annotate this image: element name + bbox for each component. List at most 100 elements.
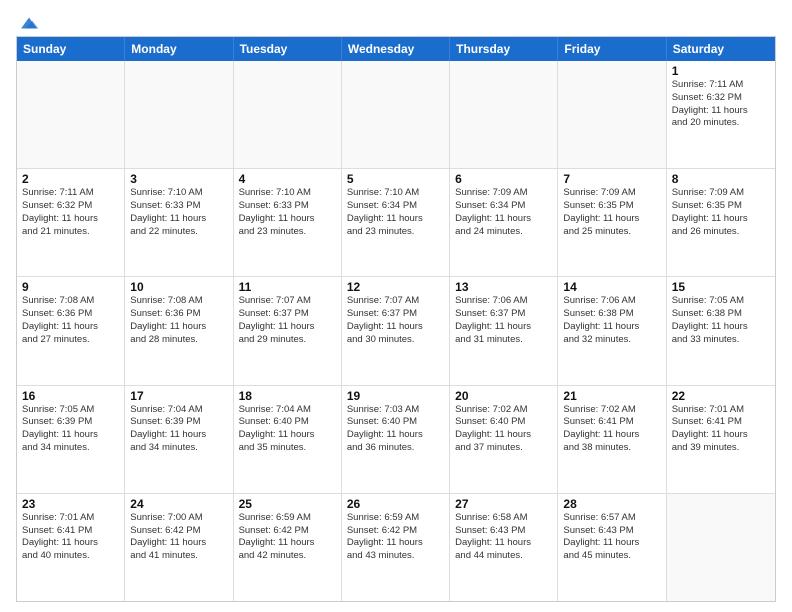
- day-number: 27: [455, 497, 552, 511]
- cell-text: Sunrise: 7:09 AM Sunset: 6:35 PM Dayligh…: [563, 187, 660, 238]
- cell-text: Sunrise: 7:03 AM Sunset: 6:40 PM Dayligh…: [347, 404, 444, 455]
- day-number: 28: [563, 497, 660, 511]
- calendar-cell: 10Sunrise: 7:08 AM Sunset: 6:36 PM Dayli…: [125, 277, 233, 384]
- page: SundayMondayTuesdayWednesdayThursdayFrid…: [0, 0, 792, 612]
- cell-text: Sunrise: 7:11 AM Sunset: 6:32 PM Dayligh…: [22, 187, 119, 238]
- cell-text: Sunrise: 7:10 AM Sunset: 6:33 PM Dayligh…: [239, 187, 336, 238]
- logo: [16, 12, 40, 30]
- day-number: 13: [455, 280, 552, 294]
- calendar-cell: 14Sunrise: 7:06 AM Sunset: 6:38 PM Dayli…: [558, 277, 666, 384]
- calendar-cell: 23Sunrise: 7:01 AM Sunset: 6:41 PM Dayli…: [17, 494, 125, 601]
- day-number: 11: [239, 280, 336, 294]
- cell-text: Sunrise: 7:10 AM Sunset: 6:34 PM Dayligh…: [347, 187, 444, 238]
- calendar-cell: 26Sunrise: 6:59 AM Sunset: 6:42 PM Dayli…: [342, 494, 450, 601]
- cell-text: Sunrise: 7:06 AM Sunset: 6:37 PM Dayligh…: [455, 295, 552, 346]
- cell-text: Sunrise: 7:00 AM Sunset: 6:42 PM Dayligh…: [130, 512, 227, 563]
- calendar-header: SundayMondayTuesdayWednesdayThursdayFrid…: [17, 37, 775, 61]
- calendar-cell: 6Sunrise: 7:09 AM Sunset: 6:34 PM Daylig…: [450, 169, 558, 276]
- day-number: 15: [672, 280, 770, 294]
- day-number: 8: [672, 172, 770, 186]
- calendar-cell: 20Sunrise: 7:02 AM Sunset: 6:40 PM Dayli…: [450, 386, 558, 493]
- calendar-row: 16Sunrise: 7:05 AM Sunset: 6:39 PM Dayli…: [17, 385, 775, 493]
- calendar-cell: 7Sunrise: 7:09 AM Sunset: 6:35 PM Daylig…: [558, 169, 666, 276]
- day-number: 26: [347, 497, 444, 511]
- calendar-row: 9Sunrise: 7:08 AM Sunset: 6:36 PM Daylig…: [17, 276, 775, 384]
- calendar-cell: 12Sunrise: 7:07 AM Sunset: 6:37 PM Dayli…: [342, 277, 450, 384]
- day-number: 21: [563, 389, 660, 403]
- cell-text: Sunrise: 7:09 AM Sunset: 6:35 PM Dayligh…: [672, 187, 770, 238]
- day-number: 17: [130, 389, 227, 403]
- day-number: 2: [22, 172, 119, 186]
- day-number: 25: [239, 497, 336, 511]
- day-number: 10: [130, 280, 227, 294]
- cell-text: Sunrise: 7:04 AM Sunset: 6:39 PM Dayligh…: [130, 404, 227, 455]
- day-number: 19: [347, 389, 444, 403]
- calendar-cell: 21Sunrise: 7:02 AM Sunset: 6:41 PM Dayli…: [558, 386, 666, 493]
- cell-text: Sunrise: 7:01 AM Sunset: 6:41 PM Dayligh…: [672, 404, 770, 455]
- calendar-cell: 15Sunrise: 7:05 AM Sunset: 6:38 PM Dayli…: [667, 277, 775, 384]
- calendar-cell: [342, 61, 450, 168]
- calendar-cell: 24Sunrise: 7:00 AM Sunset: 6:42 PM Dayli…: [125, 494, 233, 601]
- day-number: 7: [563, 172, 660, 186]
- calendar-cell: 17Sunrise: 7:04 AM Sunset: 6:39 PM Dayli…: [125, 386, 233, 493]
- calendar-cell: 22Sunrise: 7:01 AM Sunset: 6:41 PM Dayli…: [667, 386, 775, 493]
- day-number: 14: [563, 280, 660, 294]
- calendar-cell: 9Sunrise: 7:08 AM Sunset: 6:36 PM Daylig…: [17, 277, 125, 384]
- day-number: 24: [130, 497, 227, 511]
- calendar-cell: 27Sunrise: 6:58 AM Sunset: 6:43 PM Dayli…: [450, 494, 558, 601]
- logo-icon: [18, 12, 40, 34]
- weekday-header: Monday: [125, 37, 233, 61]
- calendar-cell: 3Sunrise: 7:10 AM Sunset: 6:33 PM Daylig…: [125, 169, 233, 276]
- day-number: 1: [672, 64, 770, 78]
- weekday-header: Friday: [558, 37, 666, 61]
- calendar-cell: [17, 61, 125, 168]
- header: [16, 12, 776, 30]
- cell-text: Sunrise: 7:04 AM Sunset: 6:40 PM Dayligh…: [239, 404, 336, 455]
- calendar-cell: 11Sunrise: 7:07 AM Sunset: 6:37 PM Dayli…: [234, 277, 342, 384]
- day-number: 4: [239, 172, 336, 186]
- day-number: 12: [347, 280, 444, 294]
- day-number: 9: [22, 280, 119, 294]
- calendar-row: 23Sunrise: 7:01 AM Sunset: 6:41 PM Dayli…: [17, 493, 775, 601]
- cell-text: Sunrise: 7:07 AM Sunset: 6:37 PM Dayligh…: [239, 295, 336, 346]
- calendar-cell: 8Sunrise: 7:09 AM Sunset: 6:35 PM Daylig…: [667, 169, 775, 276]
- day-number: 16: [22, 389, 119, 403]
- cell-text: Sunrise: 7:11 AM Sunset: 6:32 PM Dayligh…: [672, 79, 770, 130]
- calendar-cell: 5Sunrise: 7:10 AM Sunset: 6:34 PM Daylig…: [342, 169, 450, 276]
- weekday-header: Saturday: [667, 37, 775, 61]
- day-number: 5: [347, 172, 444, 186]
- day-number: 3: [130, 172, 227, 186]
- cell-text: Sunrise: 6:57 AM Sunset: 6:43 PM Dayligh…: [563, 512, 660, 563]
- cell-text: Sunrise: 7:01 AM Sunset: 6:41 PM Dayligh…: [22, 512, 119, 563]
- cell-text: Sunrise: 7:02 AM Sunset: 6:41 PM Dayligh…: [563, 404, 660, 455]
- calendar-cell: 19Sunrise: 7:03 AM Sunset: 6:40 PM Dayli…: [342, 386, 450, 493]
- calendar-cell: [125, 61, 233, 168]
- cell-text: Sunrise: 6:59 AM Sunset: 6:42 PM Dayligh…: [239, 512, 336, 563]
- cell-text: Sunrise: 6:59 AM Sunset: 6:42 PM Dayligh…: [347, 512, 444, 563]
- calendar-cell: 2Sunrise: 7:11 AM Sunset: 6:32 PM Daylig…: [17, 169, 125, 276]
- cell-text: Sunrise: 7:10 AM Sunset: 6:33 PM Dayligh…: [130, 187, 227, 238]
- calendar-cell: [667, 494, 775, 601]
- day-number: 22: [672, 389, 770, 403]
- cell-text: Sunrise: 7:09 AM Sunset: 6:34 PM Dayligh…: [455, 187, 552, 238]
- calendar-cell: 1Sunrise: 7:11 AM Sunset: 6:32 PM Daylig…: [667, 61, 775, 168]
- day-number: 23: [22, 497, 119, 511]
- calendar-row: 2Sunrise: 7:11 AM Sunset: 6:32 PM Daylig…: [17, 168, 775, 276]
- cell-text: Sunrise: 7:08 AM Sunset: 6:36 PM Dayligh…: [130, 295, 227, 346]
- calendar-cell: 4Sunrise: 7:10 AM Sunset: 6:33 PM Daylig…: [234, 169, 342, 276]
- calendar-cell: [450, 61, 558, 168]
- day-number: 6: [455, 172, 552, 186]
- calendar-cell: [558, 61, 666, 168]
- day-number: 18: [239, 389, 336, 403]
- cell-text: Sunrise: 7:05 AM Sunset: 6:39 PM Dayligh…: [22, 404, 119, 455]
- cell-text: Sunrise: 7:02 AM Sunset: 6:40 PM Dayligh…: [455, 404, 552, 455]
- weekday-header: Sunday: [17, 37, 125, 61]
- cell-text: Sunrise: 7:08 AM Sunset: 6:36 PM Dayligh…: [22, 295, 119, 346]
- cell-text: Sunrise: 7:07 AM Sunset: 6:37 PM Dayligh…: [347, 295, 444, 346]
- calendar-body: 1Sunrise: 7:11 AM Sunset: 6:32 PM Daylig…: [17, 61, 775, 601]
- calendar-cell: 18Sunrise: 7:04 AM Sunset: 6:40 PM Dayli…: [234, 386, 342, 493]
- calendar-cell: 28Sunrise: 6:57 AM Sunset: 6:43 PM Dayli…: [558, 494, 666, 601]
- weekday-header: Thursday: [450, 37, 558, 61]
- calendar-cell: 13Sunrise: 7:06 AM Sunset: 6:37 PM Dayli…: [450, 277, 558, 384]
- day-number: 20: [455, 389, 552, 403]
